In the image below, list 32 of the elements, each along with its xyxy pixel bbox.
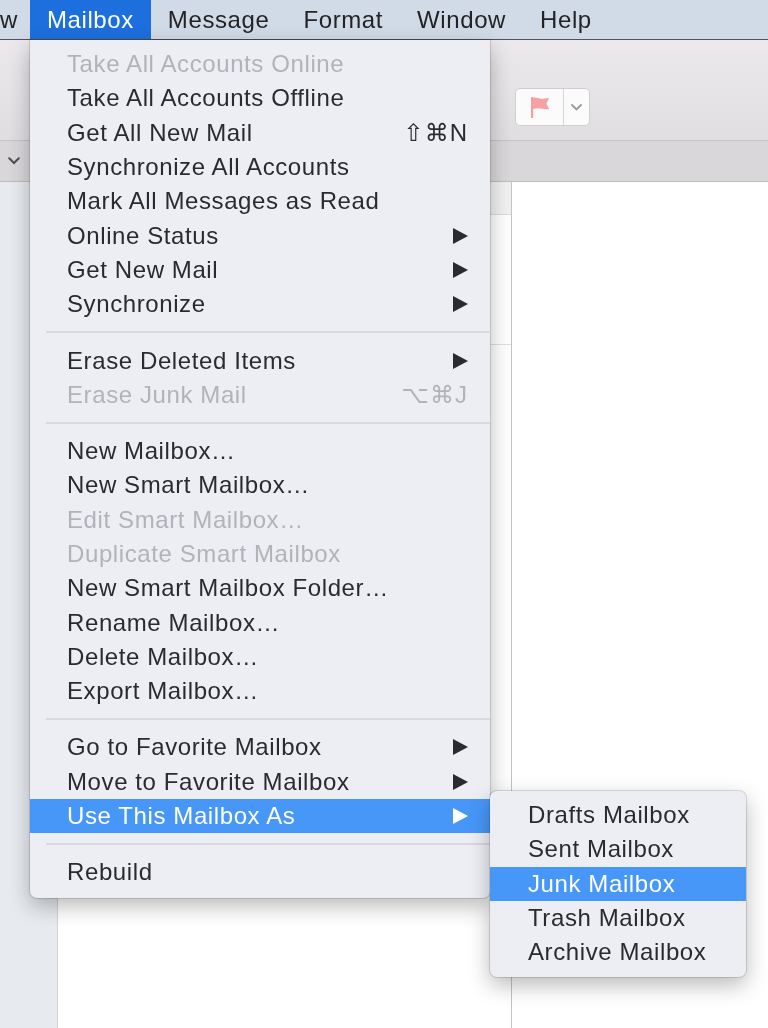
- menu-item[interactable]: Get New Mail: [30, 252, 490, 288]
- menu-bar-item[interactable]: Window: [400, 0, 523, 39]
- flag-icon: [530, 96, 549, 118]
- menu-bar-item[interactable]: Message: [150, 0, 287, 39]
- menu-bar-item[interactable]: Mailbox: [29, 0, 151, 39]
- menu-item[interactable]: Rename Mailbox…: [30, 605, 490, 640]
- menu-item[interactable]: New Smart Mailbox…: [30, 468, 490, 503]
- submenu-item[interactable]: Drafts Mailbox: [490, 797, 746, 833]
- chevron-icon: [571, 103, 582, 111]
- menu-bar-item[interactable]: Help: [523, 0, 609, 39]
- menu-item[interactable]: Online Status: [30, 218, 490, 253]
- chevron-icon[interactable]: [8, 157, 20, 165]
- menu-item[interactable]: Take All Accounts Offline: [30, 81, 490, 116]
- menu-bar-item[interactable]: w: [0, 0, 30, 39]
- menu-item[interactable]: New Smart Mailbox Folder…: [30, 571, 490, 606]
- menu-item[interactable]: Move to Favorite Mailbox: [30, 764, 490, 799]
- menu-item[interactable]: Go to Favorite Mailbox: [30, 730, 490, 765]
- menu-item[interactable]: Synchronize All Accounts: [30, 149, 490, 185]
- menu-item[interactable]: Export Mailbox…: [30, 674, 490, 709]
- keyboard-shortcut: ⌥⌘J: [401, 380, 468, 409]
- menu-bar-item[interactable]: Format: [286, 0, 401, 39]
- menu-item[interactable]: Mark All Messages as Read: [30, 184, 490, 219]
- menu-item[interactable]: Synchronize: [30, 287, 490, 322]
- submenu-item[interactable]: Trash Mailbox: [490, 900, 746, 936]
- submenu-item[interactable]: Sent Mailbox: [490, 832, 746, 867]
- menu-item[interactable]: Rebuild: [30, 855, 490, 890]
- keyboard-shortcut: ⇧⌘N: [403, 118, 468, 147]
- menu-item[interactable]: Erase Deleted Items: [30, 343, 490, 378]
- menu-item[interactable]: Delete Mailbox…: [30, 639, 490, 675]
- submenu-item[interactable]: Archive Mailbox: [490, 935, 746, 970]
- menu-item[interactable]: New Mailbox…: [30, 433, 490, 469]
- menu-item[interactable]: Get All New Mail ⇧⌘N: [30, 115, 490, 150]
